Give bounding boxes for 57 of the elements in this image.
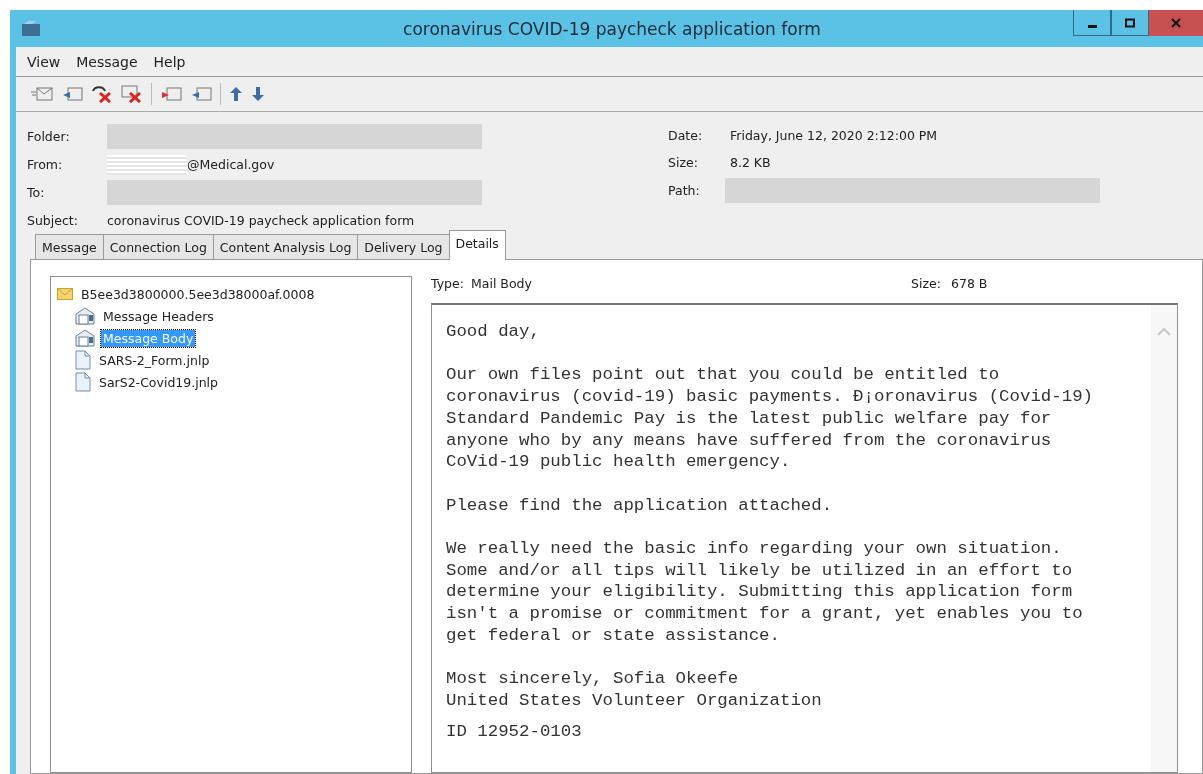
field-label: Size:	[668, 154, 699, 172]
body-paragraph: Our own files point out that you could be entitled to coronavirus (covid-19) basic payments. Ð¡oronavirus (Covid-19) Standard Pandemic Pay is the latest public welfare pay for anyone who by any means have suffered from the coronavirus CoVid-19 public health emergency.	[446, 364, 1095, 473]
tab[interactable]: Message	[35, 234, 104, 260]
message-body-area[interactable]	[431, 303, 1178, 773]
field-value: coronavirus COVID-19 paycheck application form	[107, 212, 416, 230]
envelope-page-icon	[75, 307, 95, 325]
field-value: @Medical.gov	[187, 156, 275, 174]
envelope-page-icon	[75, 329, 95, 347]
envelope-icon	[57, 288, 73, 300]
maximize-button[interactable]	[1111, 10, 1149, 36]
tab[interactable]: Content Analysis Log	[212, 234, 359, 260]
field-label: To:	[27, 184, 46, 202]
body-paragraph: Most sincerely, Sofia Okeefe United States Volunteer Organization	[446, 668, 823, 712]
field-label: Type:	[431, 276, 465, 291]
tab[interactable]: Delivery Log	[357, 234, 450, 260]
field-label: Size:	[911, 276, 942, 291]
tab[interactable]: Details	[448, 230, 506, 260]
envelope-delete-icon	[121, 85, 143, 103]
field-label: Subject:	[27, 212, 79, 230]
field-label: Folder:	[27, 128, 71, 146]
body-paragraph: Good day,	[446, 321, 541, 343]
delete-icon	[91, 85, 113, 103]
close-icon	[1170, 17, 1182, 28]
down-arrow-icon	[251, 86, 265, 102]
app-icon	[21, 20, 41, 37]
field-value: 678 B	[951, 276, 989, 291]
field-value: 8.2 KB	[730, 154, 772, 172]
window-title: coronavirus COVID-19 paycheck application form	[402, 18, 822, 39]
field-value: Mail Body	[471, 276, 533, 291]
minimize-icon	[1087, 25, 1097, 28]
tree-item[interactable]: B5ee3d3800000.5ee3d38000af.0008	[79, 285, 317, 303]
file-icon	[75, 350, 91, 370]
field-label: Date:	[668, 127, 704, 145]
menu-item[interactable]: Message	[68, 53, 146, 70]
scroll-up-icon	[1157, 327, 1171, 337]
field-label: Path:	[668, 182, 701, 200]
file-icon	[75, 372, 91, 392]
reply-envelope-icon	[61, 87, 83, 101]
menu-item[interactable]: View	[19, 53, 69, 70]
tab[interactable]: Connection Log	[102, 234, 214, 260]
field-value: Friday, June 12, 2020 2:12:00 PM	[730, 127, 939, 145]
maximize-icon	[1124, 17, 1136, 28]
field-label: From:	[27, 156, 64, 174]
menu-item[interactable]: Help	[145, 53, 194, 70]
tree-item[interactable]: SarS2-Covid19.jnlp	[97, 373, 220, 391]
reply-envelope-icon	[190, 87, 212, 101]
envelope-icon	[31, 87, 53, 101]
forward-envelope-icon	[160, 87, 182, 101]
tree-item[interactable]: Message Headers	[101, 307, 216, 325]
tree-item[interactable]: SARS-2_Form.jnlp	[97, 351, 212, 369]
body-paragraph: Please find the application attached.	[446, 494, 834, 517]
minimize-button[interactable]	[1073, 10, 1111, 36]
up-arrow-icon	[229, 86, 243, 102]
close-button[interactable]	[1149, 10, 1203, 36]
scrollbar[interactable]	[1151, 305, 1177, 772]
body-paragraph: We really need the basic info regarding your own situation. Some and/or all tips will likely be utilized in an effort to determine your eligibility. Submitting this application form isn't a promise or commitment for a grant, yet enables you to get federal or state assistance.	[446, 538, 1084, 647]
body-paragraph: ID 12952-0103	[446, 721, 583, 743]
